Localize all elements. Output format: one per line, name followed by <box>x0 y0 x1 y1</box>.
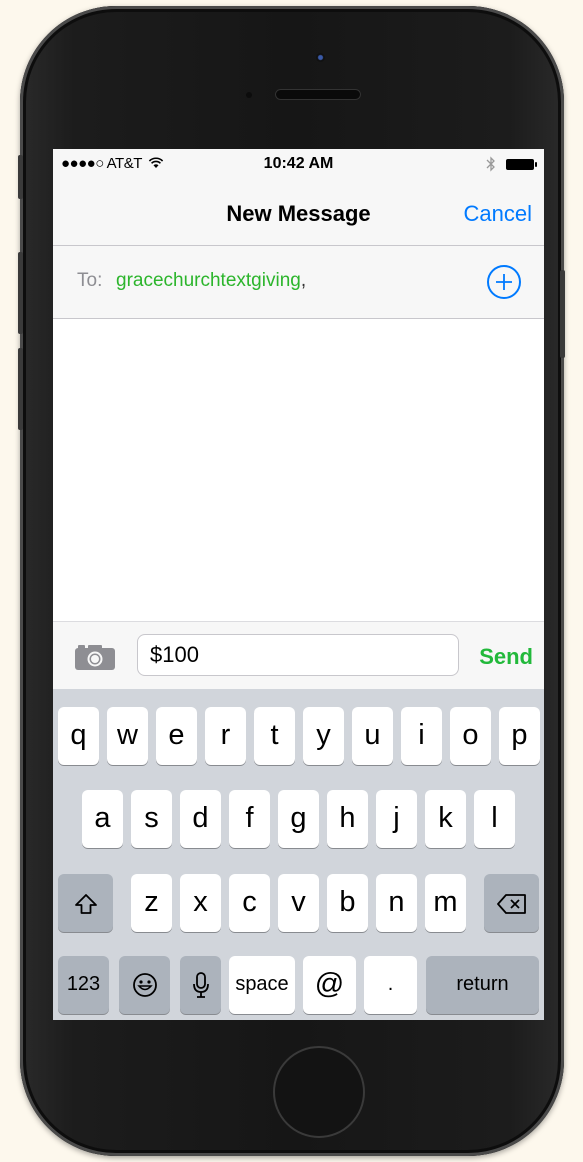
key-n[interactable]: n <box>376 874 417 932</box>
space-key[interactable]: space <box>229 956 295 1014</box>
recipient-token[interactable]: gracechurchtextgiving, <box>116 270 306 292</box>
status-time: 10:42 AM <box>263 155 334 172</box>
key-d[interactable]: d <box>180 790 221 848</box>
keyboard: q w e r t y u i o p a s d f g h j k l z … <box>53 689 544 1020</box>
key-m[interactable]: m <box>425 874 466 932</box>
key-j[interactable]: j <box>376 790 417 848</box>
at-key[interactable]: @ <box>303 956 356 1014</box>
power-button <box>560 270 565 358</box>
front-camera <box>316 53 325 62</box>
key-c[interactable]: c <box>229 874 270 932</box>
key-x[interactable]: x <box>180 874 221 932</box>
camera-icon <box>75 645 115 670</box>
key-o[interactable]: o <box>450 707 491 765</box>
key-q[interactable]: q <box>58 707 99 765</box>
mute-switch <box>18 155 23 199</box>
home-button[interactable] <box>273 1046 365 1138</box>
shift-key[interactable] <box>58 874 113 932</box>
key-f[interactable]: f <box>229 790 270 848</box>
key-l[interactable]: l <box>474 790 515 848</box>
plus-circle-icon <box>496 274 512 290</box>
key-i[interactable]: i <box>401 707 442 765</box>
earpiece-speaker <box>275 89 361 100</box>
delete-key[interactable] <box>484 874 539 932</box>
key-g[interactable]: g <box>278 790 319 848</box>
numbers-key[interactable]: 123 <box>58 956 109 1014</box>
battery-icon <box>506 159 537 170</box>
key-p[interactable]: p <box>499 707 540 765</box>
nav-bar: New Message Cancel <box>53 179 544 246</box>
key-h[interactable]: h <box>327 790 368 848</box>
key-a[interactable]: a <box>82 790 123 848</box>
volume-down-button <box>18 348 23 430</box>
volume-up-button <box>18 252 23 334</box>
emoji-icon <box>132 973 157 997</box>
shift-icon <box>74 894 97 914</box>
emoji-key[interactable] <box>119 956 170 1014</box>
period-key[interactable]: . <box>364 956 417 1014</box>
conversation-area <box>53 319 544 621</box>
proximity-sensor <box>246 92 252 98</box>
message-input[interactable]: $100 <box>137 634 459 676</box>
key-e[interactable]: e <box>156 707 197 765</box>
send-button[interactable]: Send <box>479 644 533 670</box>
screen: ●●●●○ AT&T 10:42 AM New Message Cancel T… <box>53 149 544 1020</box>
cancel-button[interactable]: Cancel <box>464 201 532 227</box>
bluetooth-icon <box>486 156 495 172</box>
key-s[interactable]: s <box>131 790 172 848</box>
to-label: To: <box>77 270 103 291</box>
dictation-key[interactable] <box>180 956 221 1014</box>
key-u[interactable]: u <box>352 707 393 765</box>
to-field[interactable]: To: gracechurchtextgiving, <box>53 246 544 319</box>
key-y[interactable]: y <box>303 707 344 765</box>
key-k[interactable]: k <box>425 790 466 848</box>
key-b[interactable]: b <box>327 874 368 932</box>
status-bar: ●●●●○ AT&T 10:42 AM <box>53 149 544 179</box>
key-z[interactable]: z <box>131 874 172 932</box>
key-v[interactable]: v <box>278 874 319 932</box>
recipient-separator: , <box>300 270 307 291</box>
microphone-icon <box>192 972 209 998</box>
delete-icon <box>496 894 526 914</box>
return-key[interactable]: return <box>426 956 539 1014</box>
key-w[interactable]: w <box>107 707 148 765</box>
compose-bar: $100 Send <box>53 621 544 690</box>
add-contact-button[interactable] <box>487 265 521 299</box>
key-t[interactable]: t <box>254 707 295 765</box>
camera-button[interactable] <box>74 644 116 670</box>
key-r[interactable]: r <box>205 707 246 765</box>
